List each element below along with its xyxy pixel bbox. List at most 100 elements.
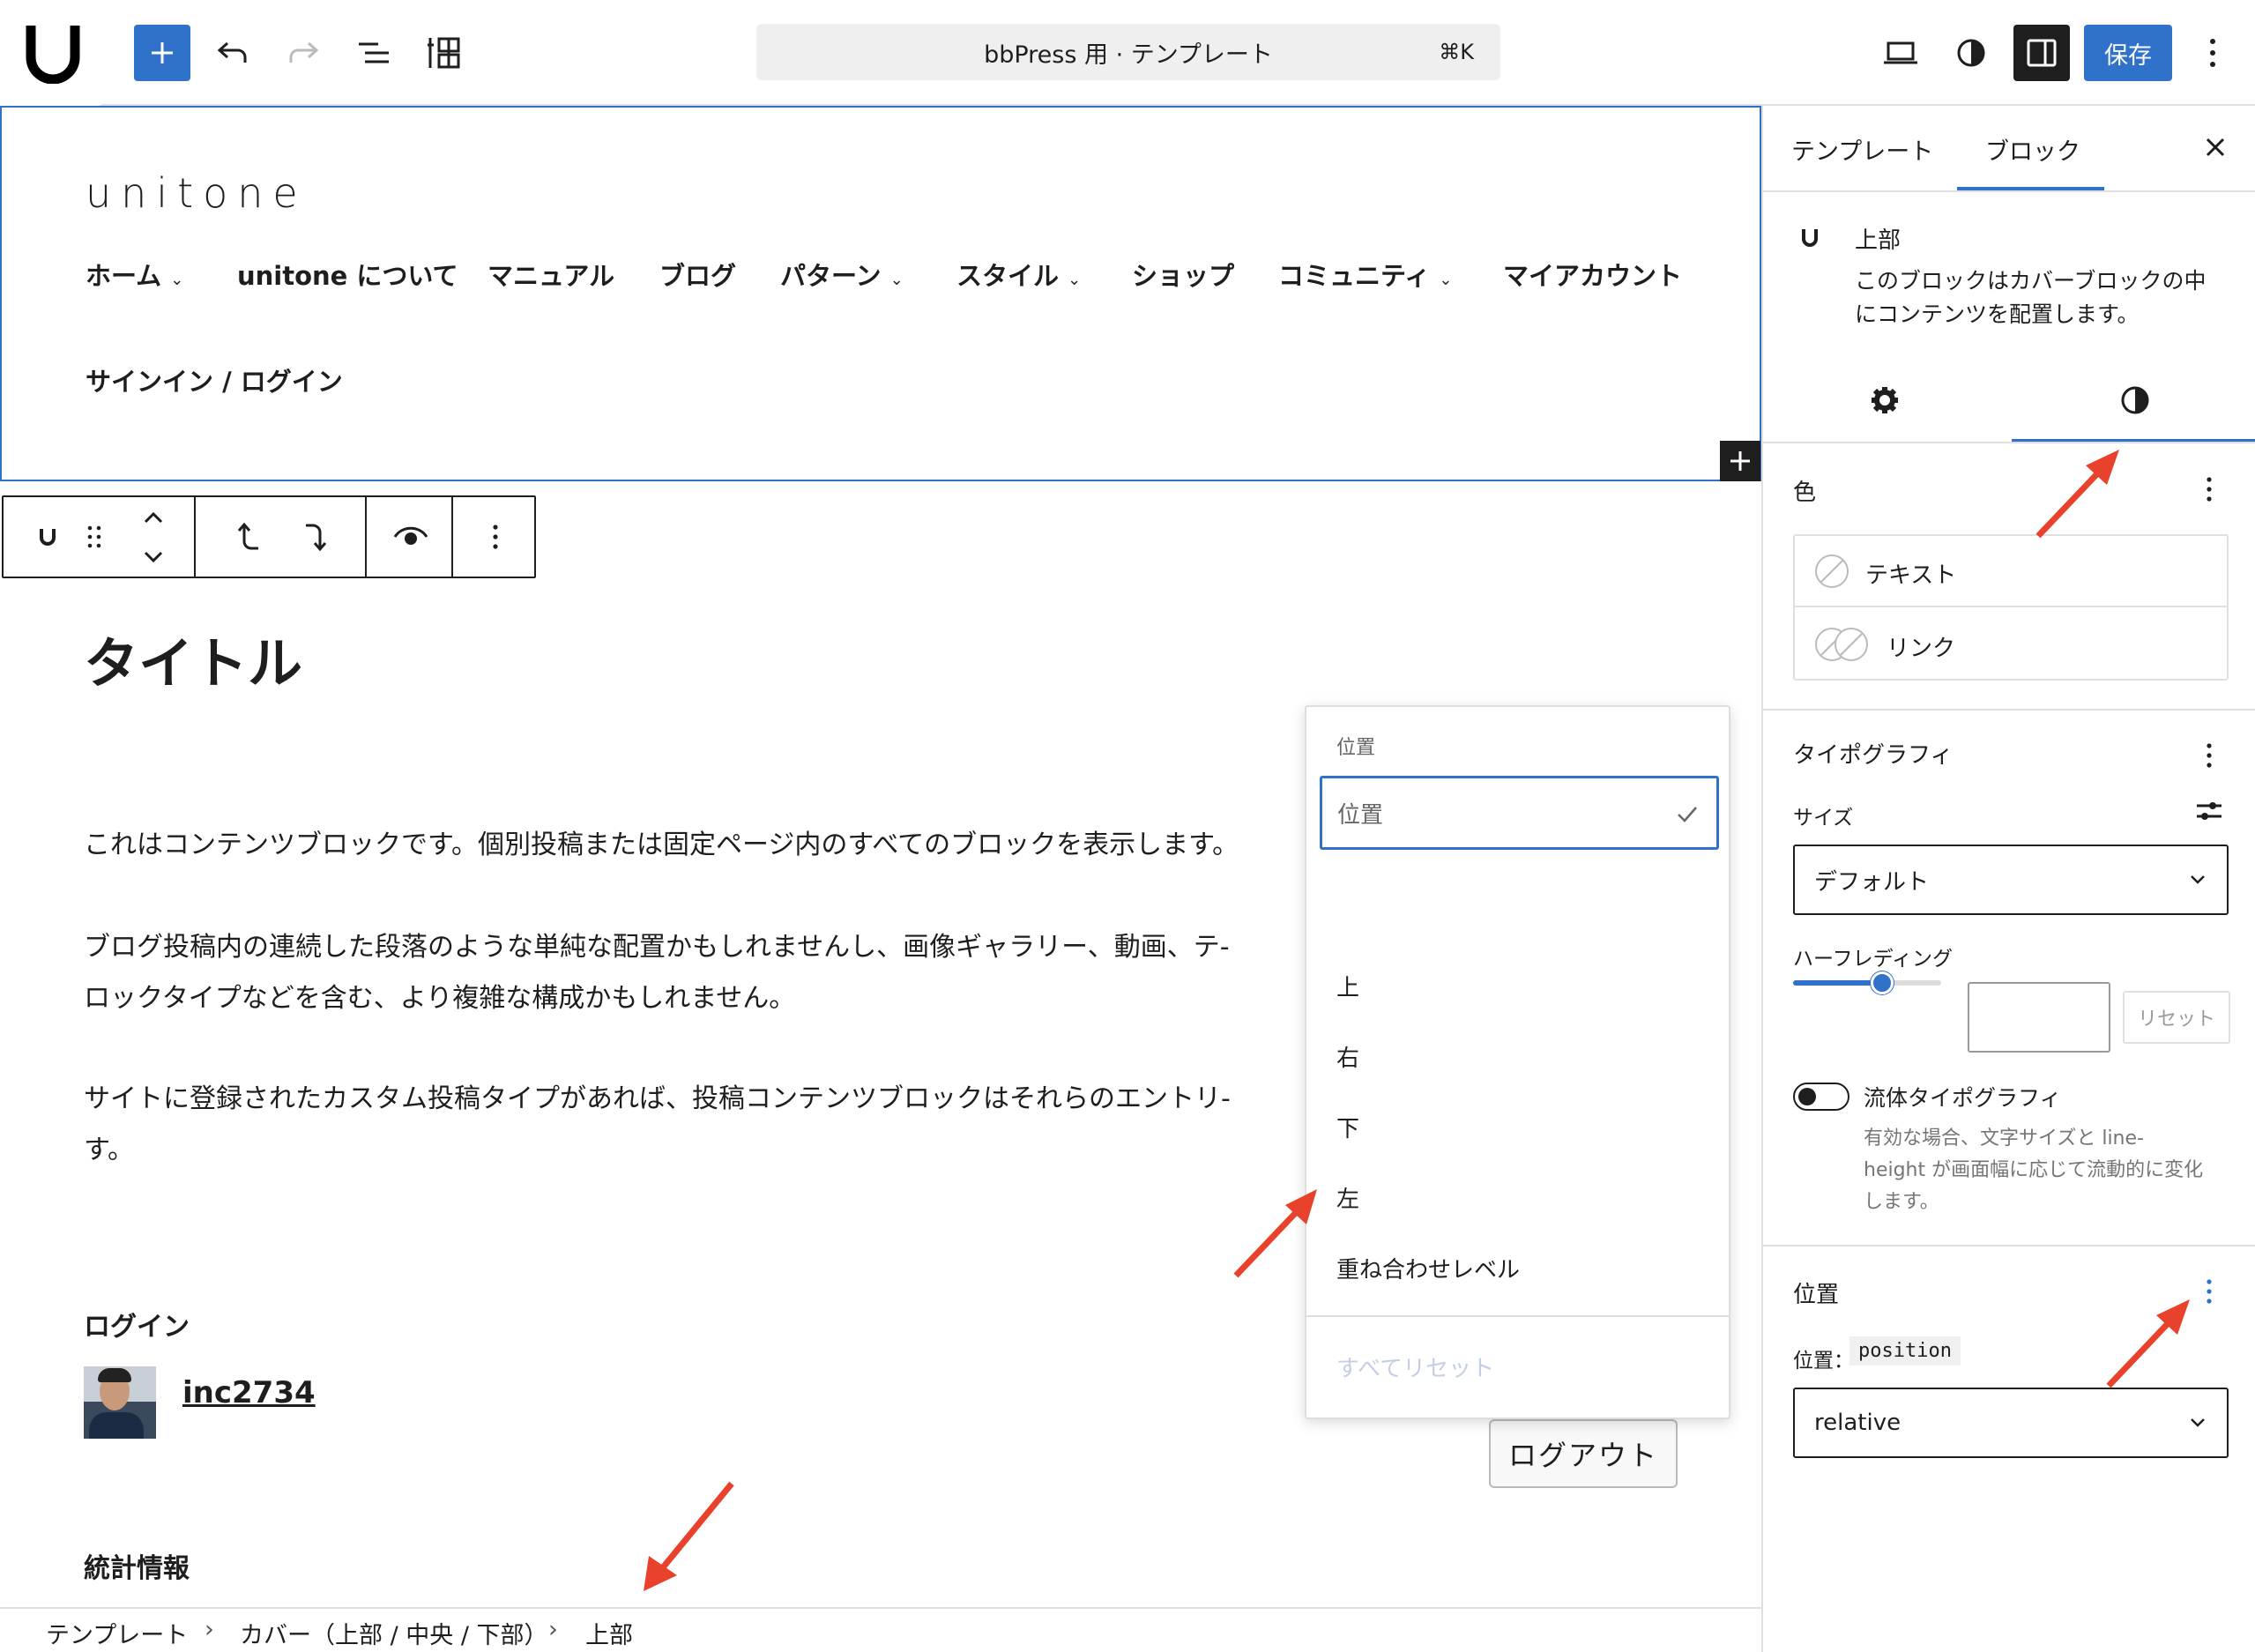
color-text-item[interactable]: テキスト [1795,536,2227,607]
dropdown-item-z-index[interactable]: 重ね合わせレベル [1336,1252,1520,1284]
toggle-knob [1798,1088,1816,1105]
block-appender-button[interactable] [1720,441,1760,481]
nav-item-my-account[interactable]: マイアカウント [1503,256,1682,293]
chevron-down-icon: ⌄ [1068,271,1082,289]
toolbar-divider [194,497,196,577]
paragraph[interactable]: ロックタイプなどを含む、より複雑な構成かもしれません。 [84,973,1318,1024]
select-parent-button[interactable] [224,497,273,577]
annotation-arrow-icon [1233,1189,1317,1278]
block-name: 上部 [1855,227,1901,254]
document-overview-icon [428,37,460,69]
nav-item-signin[interactable]: サインイン / ログイン [86,361,343,398]
color-settings: テキスト リンク [1793,534,2229,681]
reset-button[interactable]: リセット [2123,991,2230,1044]
help-text-line: 有効な場合、文字サイズと line- [1864,1127,2144,1150]
list-view-button[interactable] [346,25,402,81]
close-sidebar-button[interactable] [2204,136,2227,159]
nav-label: パターン [780,261,882,291]
divider [1763,190,2255,192]
sidebar-icon [2027,39,2057,67]
login-heading[interactable]: ログイン [84,1305,190,1343]
logout-button[interactable]: ログアウト [1489,1419,1678,1488]
username-link[interactable]: inc2734 [182,1375,316,1410]
typography-panel-heading: タイポグラフィ [1793,742,1954,769]
stats-heading[interactable]: 統計情報 [84,1546,190,1585]
dropdown-item-top[interactable]: 上 [1336,970,1359,1002]
command-palette-bar[interactable]: bbPress 用 · テンプレート ⌘K [756,24,1500,80]
paragraph[interactable]: サイトに登録されたカスタム投稿タイプがあれば、投稿コンテンツブロックはそれらのエ… [84,1074,1318,1125]
typography-options-button[interactable] [2206,742,2213,769]
breadcrumb-item[interactable]: カバー（上部 / 中央 / 下部） [240,1616,548,1650]
move-up-button[interactable] [136,497,171,537]
color-options-button[interactable] [2206,476,2213,502]
settings-sidebar-toggle[interactable] [2013,25,2070,81]
styles-button[interactable] [1943,25,1999,81]
editor-canvas[interactable]: unitone ホーム ⌄ unitone について マニュアル ブログ パター… [0,106,1761,1607]
nav-label: コミュニティ [1278,261,1431,291]
redo-button[interactable] [275,25,331,81]
nav-item-styles[interactable]: スタイル ⌄ [956,256,1081,293]
breadcrumb-item-current[interactable]: 上部 [585,1616,633,1650]
custom-size-button[interactable] [2195,799,2223,823]
divider [1763,709,2255,711]
paragraph[interactable]: これはコンテンツブロックです。個別投稿または固定ページ内のすべてのブロックを表示… [84,820,1318,871]
tab-block[interactable]: ブロック [1985,132,2080,167]
position-label: 位置： [1793,1350,1854,1373]
dropdown-item-position[interactable]: 位置 [1320,776,1719,850]
move-down-button[interactable] [136,537,171,577]
nav-item-about[interactable]: unitone について [237,256,458,293]
position-options-button[interactable] [2206,1278,2213,1305]
styles-tab-button[interactable] [2119,384,2151,416]
drag-handle[interactable] [81,497,108,577]
dropdown-item-left[interactable]: 左 [1336,1181,1359,1214]
position-code: position [1849,1336,1961,1366]
annotation-arrow-icon [2035,450,2119,539]
fluid-typography-toggle[interactable] [1793,1083,1849,1111]
nav-item-manual[interactable]: マニュアル [487,256,614,293]
dropdown-item-right[interactable]: 右 [1336,1040,1359,1073]
slider-thumb[interactable] [1870,971,1894,994]
tab-template[interactable]: テンプレート [1791,132,1933,167]
avatar [84,1366,156,1439]
save-button[interactable]: 保存 [2084,25,2172,81]
settings-tab-button[interactable] [1869,384,1901,416]
paragraph[interactable]: ブログ投稿内の連続した段落のような単純な配置かもしれませんし、画像ギャラリー、動… [84,922,1318,973]
position-select[interactable]: relative [1793,1388,2229,1458]
select-child-button[interactable] [291,497,340,577]
preview-device-button[interactable] [1872,25,1929,81]
annotation-arrow-icon [2106,1299,2190,1388]
half-leading-input[interactable] [1968,982,2110,1053]
block-type-button[interactable] [21,497,74,577]
dropdown-item-bottom[interactable]: 下 [1336,1111,1359,1143]
help-text-line: height が画面幅に応じて流動的に変化 [1864,1159,2204,1181]
nav-item-community[interactable]: コミュニティ ⌄ [1278,256,1452,293]
nav-item-patterns[interactable]: パターン ⌄ [780,256,904,293]
paragraph[interactable]: す。 [84,1125,1318,1176]
font-size-select[interactable]: デフォルト [1793,845,2229,915]
header-block[interactable]: unitone ホーム ⌄ unitone について マニュアル ブログ パター… [0,106,1761,481]
fluid-typography-label: 流体タイポグラフィ [1864,1085,2062,1111]
unitone-block-icon [40,529,56,546]
position-options-dropdown: 位置 位置 上 右 下 左 重ね合わせレベル すべてリセット [1305,705,1730,1419]
nav-item-home[interactable]: ホーム ⌄ [86,256,183,293]
site-title[interactable]: unitone [86,169,308,217]
reset-all-button[interactable]: すべてリセット [1336,1351,1494,1383]
site-logo-button[interactable] [0,0,106,106]
color-swatch-icon [1815,628,1868,661]
post-title[interactable]: タイトル [84,619,302,698]
half-leading-slider[interactable] [1793,971,1941,994]
nav-item-shop[interactable]: ショップ [1132,256,1234,293]
outline-button[interactable] [416,25,473,81]
undo-button[interactable] [205,25,261,81]
half-circle-styles-icon [1957,39,1985,67]
block-options-button[interactable] [471,497,520,577]
unitone-logo-icon [26,26,80,84]
nav-item-blog[interactable]: ブログ [659,256,736,293]
breadcrumb-item[interactable]: テンプレート [46,1616,188,1650]
undo-icon [217,41,247,63]
color-link-item[interactable]: リンク [1795,609,2227,680]
add-block-button[interactable] [134,25,190,81]
half-circle-styles-icon [2121,386,2149,414]
options-menu-button[interactable] [2186,25,2239,81]
visibility-button[interactable] [383,497,439,577]
